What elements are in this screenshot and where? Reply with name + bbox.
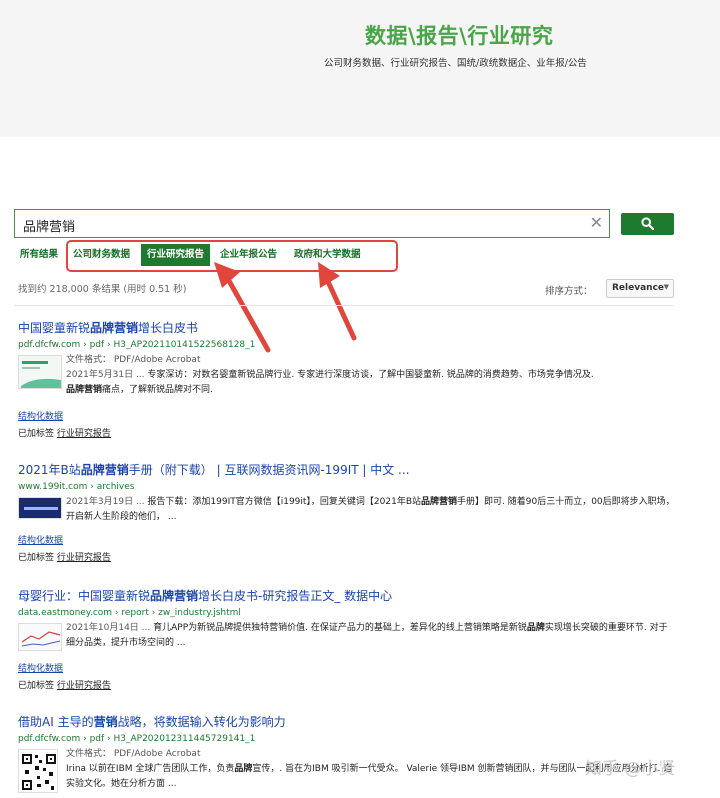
structured-data-link[interactable]: 结构化数据 (18, 661, 688, 674)
divider (14, 305, 674, 306)
result-title-link[interactable]: 2021年B站品牌营销手册（附下载） | 互联网数据资讯网-199IT | 中文… (18, 461, 688, 478)
tag-link[interactable]: 行业研究报告 (57, 681, 111, 691)
result-url: www.199it.com › archives (18, 482, 135, 492)
tag-link[interactable]: 行业研究报告 (57, 429, 111, 439)
structured-data-link[interactable]: 结构化数据 (18, 533, 688, 546)
result-title-link[interactable]: 母婴行业：中国婴童新锐品牌营销增长白皮书-研究报告正文_ 数据中心 (18, 587, 688, 604)
result-item: 2021年B站品牌营销手册（附下载） | 互联网数据资讯网-199IT | 中文… (18, 461, 688, 563)
result-item: 母婴行业：中国婴童新锐品牌营销增长白皮书-研究报告正文_ 数据中心 data.e… (18, 587, 688, 691)
result-title-link[interactable]: 借助AI 主导的营销战略，将数据输入转化为影响力 (18, 713, 688, 730)
tag-link[interactable]: 行业研究报告 (57, 553, 111, 563)
result-tag: 已加标签 行业研究报告 (18, 681, 111, 691)
result-stats: 找到约 218,000 条结果 (用时 0.51 秒) (18, 284, 187, 295)
result-title-link[interactable]: 中国婴童新锐品牌营销增长白皮书 (18, 319, 688, 336)
chevron-down-icon: ▼ (663, 283, 669, 291)
result-thumbnail[interactable] (18, 355, 62, 389)
result-thumbnail[interactable] (18, 497, 62, 519)
result-item: 中国婴童新锐品牌营销增长白皮书 pdf.dfcfw.com › pdf › H3… (18, 319, 688, 439)
result-url: pdf.dfcfw.com › pdf › H3_AP2021101415225… (18, 340, 256, 350)
sort-label: 排序方式： (545, 286, 593, 297)
result-url: pdf.dfcfw.com › pdf › H3_AP2020123114457… (18, 734, 256, 744)
structured-data-link[interactable]: 结构化数据 (18, 409, 688, 422)
qr-code-thumbnail[interactable] (18, 749, 58, 793)
arrow-left-head (214, 262, 240, 288)
sort-value: Relevance (612, 283, 665, 293)
result-snippet: 文件格式： PDF/Adobe Acrobat 2021年5月31日 ... 专… (66, 355, 594, 395)
watermark: 知乎 @小贤 (585, 759, 676, 779)
result-snippet: 2021年3月19日 ... 报告下载：添加199IT官方微信【i199it】，… (66, 497, 675, 522)
result-thumbnail[interactable] (18, 623, 62, 651)
sort-select[interactable]: Relevance ▼ (606, 279, 674, 298)
result-tag: 已加标签 行业研究报告 (18, 553, 111, 563)
result-url: data.eastmoney.com › report › zw_industr… (18, 608, 241, 618)
result-snippet: 2021年10月14日 ... 育儿APP为新锐品牌提供独特营销价值. 在保证产… (66, 623, 668, 648)
result-tag: 已加标签 行业研究报告 (18, 429, 111, 439)
